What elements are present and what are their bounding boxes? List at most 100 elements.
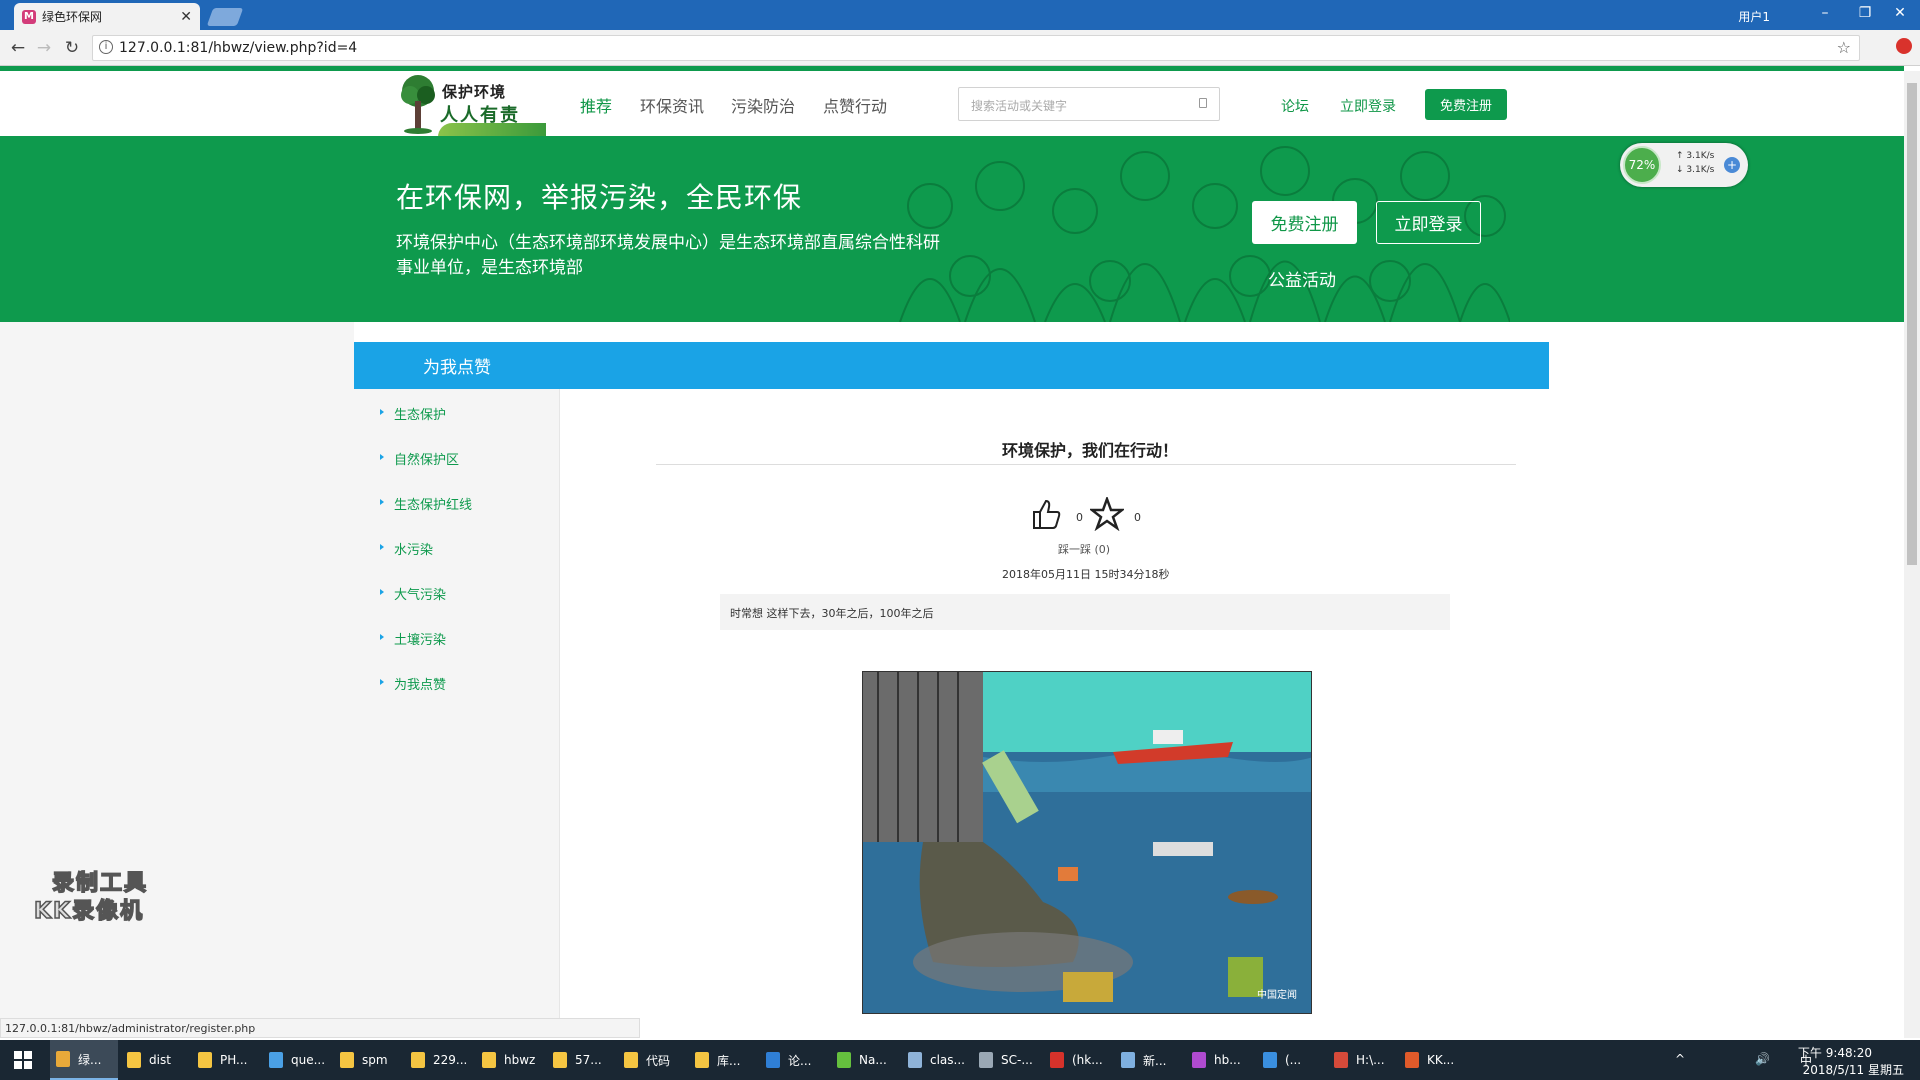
nav-env-news[interactable]: 环保资讯 [640, 93, 704, 117]
back-icon[interactable]: ← [6, 38, 30, 58]
sidebar-item-nature-reserve[interactable]: 自然保护区 [379, 449, 459, 468]
taskbar-item[interactable]: H:\... [1328, 1040, 1396, 1080]
sidebar-item-water[interactable]: 水污染 [379, 539, 433, 558]
nav-recommend[interactable]: 推荐 [580, 93, 612, 117]
search-icon[interactable] [1199, 98, 1207, 108]
sidebar-header: 为我点赞 [354, 342, 560, 389]
page-scrollbar[interactable] [1904, 71, 1920, 1038]
new-tab-button[interactable] [206, 8, 244, 26]
extension-icon[interactable] [1896, 38, 1912, 54]
clock-time[interactable]: 下午 9:48:20 [1798, 1044, 1872, 1061]
browser-tab[interactable]: M 绿色环保网 ✕ [14, 3, 200, 30]
network-speed-widget[interactable]: 72% ↑ 3.1K/s ↓ 3.1K/s + [1620, 143, 1748, 187]
taskbar-item[interactable]: 库... [689, 1040, 757, 1080]
thumbs-up-icon[interactable] [1030, 497, 1064, 531]
search-input[interactable]: 搜索活动或关键字 [958, 87, 1220, 121]
forward-icon[interactable]: → [32, 38, 56, 58]
taskbar-item[interactable]: hb... [1186, 1040, 1254, 1080]
recorder-watermark: 录制工具 KK录像机 [33, 865, 174, 925]
taskbar-item[interactable]: que... [263, 1040, 331, 1080]
taskbar-item[interactable]: 绿... [50, 1040, 118, 1080]
taskbar-item-label: SC-... [1001, 1053, 1033, 1067]
taskbar-app-icon [198, 1052, 212, 1068]
taskbar-item[interactable]: spm [334, 1040, 402, 1080]
taskbar-app-icon [695, 1052, 709, 1068]
taskbar-item[interactable]: Na... [831, 1040, 899, 1080]
title-divider [656, 464, 1516, 465]
banner-headline: 在环保网，举报污染，全民环保 [396, 181, 803, 214]
taskbar-item[interactable]: clas... [902, 1040, 970, 1080]
content-topbar [560, 342, 1549, 389]
taskbar-item[interactable]: (hk... [1044, 1040, 1112, 1080]
sidebar-item-redline[interactable]: 生态保护红线 [379, 494, 472, 513]
taskbar-item[interactable]: KK... [1399, 1040, 1467, 1080]
tree-logo-icon [401, 75, 435, 134]
url-field[interactable]: i 127.0.0.1:81/hbwz/view.php?id=4 ☆ [92, 35, 1860, 61]
taskbar-item[interactable]: 代码 [618, 1040, 686, 1080]
article-title: 环境保护，我们在行动！ [1001, 441, 1178, 460]
sidebar-item-like[interactable]: 为我点赞 [379, 674, 446, 693]
cartoon-illustration [863, 672, 1311, 1013]
taskbar-item[interactable]: 论... [760, 1040, 828, 1080]
banner-description: 环境保护中心（生态环境部环境发展中心）是生态环境部直属综合性科研事业单位，是生态… [396, 233, 940, 278]
window-close-icon[interactable]: ✕ [1885, 5, 1915, 21]
browser-user-label[interactable]: 用户1 [1738, 8, 1770, 25]
tray-expand-icon[interactable]: ^ [1675, 1052, 1685, 1066]
taskbar-app-icon [1334, 1052, 1348, 1068]
taskbar-app-icon [624, 1052, 638, 1068]
taskbar-app-icon [908, 1052, 922, 1068]
sidebar-item-ecology[interactable]: 生态保护 [379, 404, 446, 423]
taskbar-item-label: hb... [1214, 1053, 1241, 1067]
taskbar-item-label: 229... [433, 1053, 468, 1067]
windows-start-icon[interactable] [0, 1040, 46, 1080]
taskbar-item-label: hbwz [504, 1053, 536, 1067]
nav-pollution-control[interactable]: 污染防治 [731, 93, 795, 117]
bookmark-star-icon[interactable]: ☆ [1837, 38, 1851, 57]
banner-login-button[interactable]: 立即登录 [1376, 201, 1481, 244]
taskbar-item[interactable]: (... [1257, 1040, 1325, 1080]
nav-like-action[interactable]: 点赞行动 [823, 93, 887, 117]
taskbar-app-icon [269, 1052, 283, 1068]
taskbar-app-icon [127, 1052, 141, 1068]
taskbar-app-icon [979, 1052, 993, 1068]
browser-titlebar: M 绿色环保网 ✕ 用户1 – ❐ ✕ [0, 0, 1920, 30]
reload-icon[interactable]: ↻ [60, 38, 84, 58]
taskbar-app-icon [340, 1052, 354, 1068]
nav-register-button[interactable]: 免费注册 [1425, 89, 1507, 120]
sidebar-item-air[interactable]: 大气污染 [379, 584, 446, 603]
taskbar-app-icon [411, 1052, 425, 1068]
dislike-link[interactable]: 踩一踩 (0) [1058, 541, 1110, 557]
banner-register-button[interactable]: 免费注册 [1252, 201, 1357, 244]
site-info-icon[interactable]: i [99, 40, 113, 54]
taskbar-item[interactable]: 57... [547, 1040, 615, 1080]
taskbar-item-label: PH... [220, 1053, 248, 1067]
taskbar-app-icon [56, 1051, 70, 1067]
taskbar-item[interactable]: dist [121, 1040, 189, 1080]
taskbar-item-label: dist [149, 1053, 171, 1067]
taskbar-item[interactable]: 新... [1115, 1040, 1183, 1080]
minimize-icon[interactable]: – [1810, 5, 1840, 21]
taskbar-app-icon [1405, 1052, 1419, 1068]
clock-date[interactable]: 2018/5/11 星期五 [1803, 1061, 1904, 1078]
link-status-bar: 127.0.0.1:81/hbwz/administrator/register… [0, 1018, 640, 1038]
nav-login-link[interactable]: 立即登录 [1340, 96, 1396, 116]
tab-close-icon[interactable]: ✕ [180, 9, 192, 25]
public-activity-link[interactable]: 公益活动 [1268, 266, 1336, 291]
taskbar-app-icon [1263, 1052, 1277, 1068]
favorite-star-icon[interactable] [1090, 497, 1124, 531]
taskbar-item[interactable]: hbwz [476, 1040, 544, 1080]
taskbar-item[interactable]: 229... [405, 1040, 473, 1080]
site-logo[interactable]: 保护环境 人人有责 [398, 73, 546, 137]
taskbar-app-icon [1050, 1052, 1064, 1068]
volume-icon[interactable]: 🔊 [1755, 1052, 1770, 1066]
address-bar-row: ← → ↻ i 127.0.0.1:81/hbwz/view.php?id=4 … [0, 30, 1920, 66]
taskbar-item[interactable]: PH... [192, 1040, 260, 1080]
scrollbar-thumb[interactable] [1907, 83, 1917, 565]
restore-icon[interactable]: ❐ [1850, 5, 1880, 21]
boost-icon[interactable]: + [1724, 157, 1740, 173]
nav-forum-link[interactable]: 论坛 [1281, 96, 1309, 116]
favorite-count: 0 [1134, 511, 1141, 524]
sidebar-item-soil[interactable]: 土壤污染 [379, 629, 446, 648]
taskbar-item-label: KK... [1427, 1053, 1455, 1067]
taskbar-item[interactable]: SC-... [973, 1040, 1041, 1080]
